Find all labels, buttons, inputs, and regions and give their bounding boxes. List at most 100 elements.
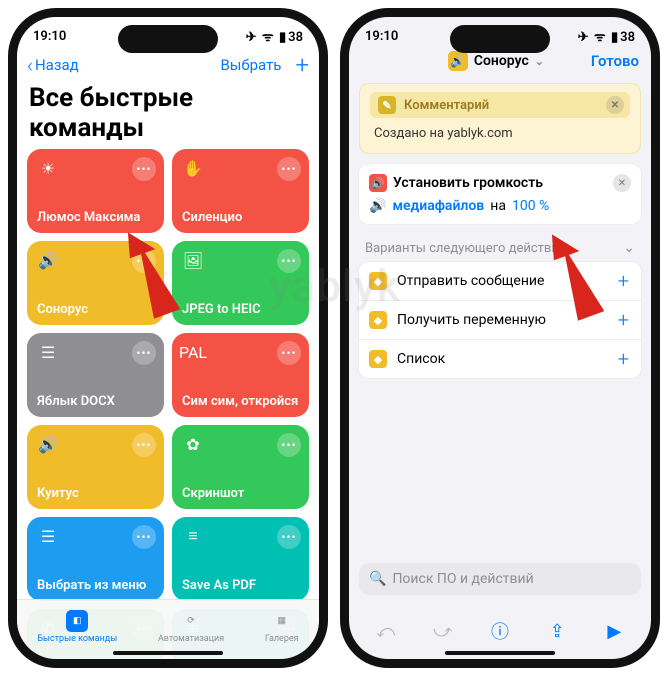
action-label: Установить громкость [393, 175, 543, 191]
suggestion-label: Получить переменную [397, 312, 546, 328]
add-suggestion-button[interactable]: + [618, 269, 629, 293]
page-title: Все быстрые команды [17, 83, 319, 149]
suggestions-list: ◆ Отправить сообщение + ◆ Получить переменну… [359, 262, 641, 378]
comment-body: Создано на yablyk.com [370, 126, 630, 145]
more-button[interactable]: ••• [132, 525, 156, 549]
volume-icon: 🔊 [369, 174, 387, 192]
shortcut-card[interactable]: 🖼•••JPEG to HEIC [172, 241, 309, 325]
back-button[interactable]: ‹ Назад [27, 53, 79, 77]
card-label: Люмос Максима [37, 210, 154, 225]
share-button[interactable]: ⇪ [543, 617, 571, 645]
shortcut-card[interactable]: ☰•••Выбрать из меню [27, 517, 164, 601]
close-icon[interactable]: ✕ [613, 174, 631, 192]
shortcut-name: Сонорус [474, 53, 529, 69]
next-action-header[interactable]: Варианты следующего действия ⌄ [359, 238, 641, 262]
volume-value[interactable]: 100 % [512, 198, 549, 214]
automation-icon: ⟳ [180, 610, 202, 632]
tab-label: Быстрые команды [37, 634, 117, 644]
add-button[interactable]: + [295, 51, 309, 79]
done-button[interactable]: Готово [591, 52, 639, 70]
shortcuts-grid: ☀•••Люмос Максима✋•••Силенцио🔊•••Сонорус… [17, 149, 319, 665]
undo-button[interactable]: ⤺ [372, 617, 400, 645]
info-button[interactable]: ⓘ [486, 617, 514, 645]
comment-icon: ✎ [378, 96, 396, 114]
more-button[interactable]: ••• [132, 157, 156, 181]
select-button[interactable]: Выбрать [220, 56, 281, 74]
more-button[interactable]: ••• [277, 525, 301, 549]
card-label: Сим сим, откройся [182, 394, 299, 409]
suggestion-row[interactable]: ◆ Получить переменную + [359, 301, 641, 340]
media-label[interactable]: медиафайлов [392, 198, 484, 214]
more-button[interactable]: ••• [132, 433, 156, 457]
back-label: Назад [35, 56, 79, 74]
home-indicator[interactable] [113, 651, 223, 655]
suggestion-row[interactable]: ◆ Список + [359, 340, 641, 378]
tab-bar: ◧ Быстрые команды ⟳ Автоматизация ▦ Гале… [17, 599, 319, 659]
tab-automation[interactable]: ⟳ Автоматизация [158, 610, 224, 644]
nav-right: Выбрать + [220, 51, 309, 79]
shortcut-card[interactable]: ✿•••Скриншот [172, 425, 309, 509]
shortcut-card[interactable]: ✋•••Силенцио [172, 149, 309, 233]
phone-left: 19:10 ✈︎ ᯤ ▮38 ‹ Назад Выбрать + Все быс… [8, 8, 328, 668]
sun-icon: ☀ [37, 157, 59, 179]
battery-icon: ▮38 [279, 30, 303, 45]
status-icons: ✈︎ ᯤ ▮38 [244, 27, 303, 45]
shortcut-card[interactable]: 🔊•••Сонорус [27, 241, 164, 325]
hand-icon: ✋ [182, 157, 204, 179]
more-button[interactable]: ••• [132, 341, 156, 365]
tab-shortcuts[interactable]: ◧ Быстрые команды [37, 610, 117, 644]
comment-title: Комментарий [404, 98, 489, 113]
set-volume-action[interactable]: ✕ 🔊 Установить громкость 🔊 медиафайлов н… [359, 164, 641, 224]
wifi-icon: ᯤ [262, 30, 274, 45]
suggestion-icon: ◆ [369, 350, 387, 368]
more-button[interactable]: ••• [277, 249, 301, 273]
card-label: JPEG to HEIC [182, 302, 299, 317]
phone-right: 19:10 ✈︎ ᯤ ▮38 🔊 Сонорус ⌄ Готово ✎ Комм… [340, 8, 660, 668]
card-label: Яблык DOCX [37, 394, 154, 409]
home-indicator[interactable] [445, 651, 555, 655]
run-button[interactable]: ▶ [600, 617, 628, 645]
shortcut-card[interactable]: ☰ ••• Яблык DOCX [27, 333, 164, 417]
search-placeholder: Поиск ПО и действий [392, 571, 533, 587]
shortcut-card[interactable]: ☀ ••• Люмос Максима [27, 149, 164, 233]
speaker-icon: 🔊 [448, 51, 468, 71]
more-button[interactable]: ••• [132, 249, 156, 273]
airplane-icon: ✈︎ [578, 30, 589, 45]
status-time: 19:10 [365, 29, 398, 44]
speaker-icon: 🔊 [37, 433, 59, 455]
shortcut-card[interactable]: PAL ••• Сим сим, откройся [172, 333, 309, 417]
more-button[interactable]: ••• [277, 433, 301, 457]
search-icon: 🔍 [369, 571, 386, 587]
suggestion-icon: ◆ [369, 311, 387, 329]
more-button[interactable]: ••• [277, 157, 301, 181]
redo-button[interactable]: ⤻ [429, 617, 457, 645]
tab-label: Галерея [265, 634, 299, 644]
suggestion-icon: ◆ [369, 272, 387, 290]
suggestion-label: Отправить сообщение [397, 273, 544, 289]
stack-icon: ☰ [37, 341, 59, 363]
editor-content: ✎ Комментарий ✕ Создано на yablyk.com ✕ … [349, 77, 651, 384]
suggestion-row[interactable]: ◆ Отправить сообщение + [359, 262, 641, 301]
section-title: Варианты следующего действия [365, 241, 566, 256]
suggestion-label: Список [397, 351, 445, 367]
search-field[interactable]: 🔍 Поиск ПО и действий [359, 563, 641, 595]
add-suggestion-button[interactable]: + [618, 308, 629, 332]
chevron-left-icon: ‹ [27, 53, 33, 77]
shortcut-name-chip[interactable]: 🔊 Сонорус ⌄ [448, 51, 544, 71]
photos-icon: ✿ [182, 433, 204, 455]
add-suggestion-button[interactable]: + [618, 347, 629, 371]
shortcuts-icon: ◧ [66, 610, 88, 632]
card-label: Куитус [37, 486, 154, 501]
pal-icon: PAL [182, 341, 204, 363]
bottom-toolbar: ⤺ ⤻ ⓘ ⇪ ▶ [349, 617, 651, 645]
tab-gallery[interactable]: ▦ Галерея [265, 610, 299, 644]
more-button[interactable]: ••• [277, 341, 301, 365]
close-icon[interactable]: ✕ [606, 96, 624, 114]
shortcut-card[interactable]: 🔊 ••• Куитус [27, 425, 164, 509]
stack-icon: ☰ [37, 525, 59, 547]
comment-action[interactable]: ✎ Комментарий ✕ Создано на yablyk.com [359, 83, 641, 154]
bars-icon: ≡ [182, 525, 204, 547]
shortcut-card[interactable]: ≡•••Save As PDF [172, 517, 309, 601]
na-label: на [490, 198, 506, 214]
gallery-icon: ▦ [271, 610, 293, 632]
